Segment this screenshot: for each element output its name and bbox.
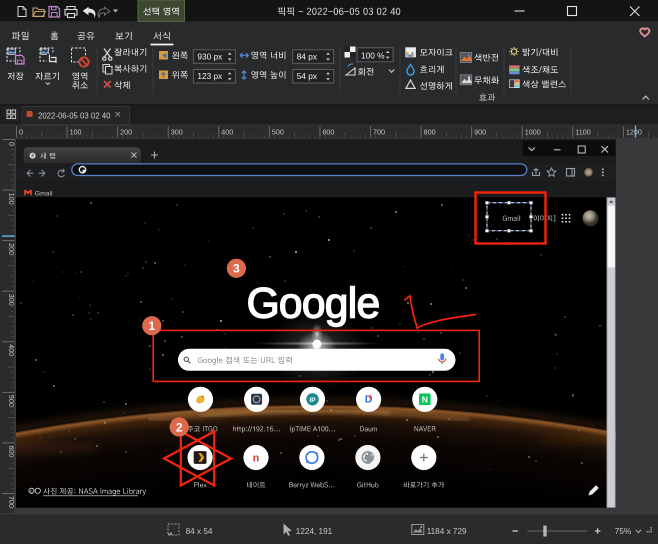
svg-text:1184 x 729: 1184 x 729 xyxy=(427,527,467,536)
svg-text:1224, 191: 1224, 191 xyxy=(296,527,333,536)
svg-text:500: 500 xyxy=(272,127,284,136)
svg-text:54 px: 54 px xyxy=(297,71,318,81)
svg-text:800: 800 xyxy=(424,127,436,136)
svg-text:0: 0 xyxy=(19,127,23,136)
svg-text:2022-06-05 03 02 40: 2022-06-05 03 02 40 xyxy=(38,111,111,120)
svg-text:n: n xyxy=(253,452,260,464)
svg-text:900: 900 xyxy=(474,127,486,136)
svg-text:700: 700 xyxy=(373,127,385,136)
svg-text:84 x 54: 84 x 54 xyxy=(186,527,213,536)
svg-text:IP: IP xyxy=(309,397,316,404)
svg-text:2: 2 xyxy=(176,420,183,434)
svg-text:400: 400 xyxy=(221,127,233,136)
svg-text:600: 600 xyxy=(322,127,334,136)
svg-text:123 px: 123 px xyxy=(197,71,223,81)
svg-text:Google: Google xyxy=(247,281,380,328)
svg-text:84 px: 84 px xyxy=(297,51,318,61)
svg-text:D: D xyxy=(365,394,373,406)
svg-text:200: 200 xyxy=(120,127,132,136)
svg-text:100 %: 100 % xyxy=(361,51,385,61)
svg-text:Gmail: Gmail xyxy=(35,190,53,197)
svg-text:100: 100 xyxy=(70,127,82,136)
svg-text:1: 1 xyxy=(148,319,155,333)
svg-text:N: N xyxy=(422,395,428,405)
svg-text:75%: 75% xyxy=(615,526,632,536)
svg-text:300: 300 xyxy=(171,127,183,136)
svg-text:3: 3 xyxy=(233,262,240,276)
svg-text:930 px: 930 px xyxy=(197,51,223,61)
